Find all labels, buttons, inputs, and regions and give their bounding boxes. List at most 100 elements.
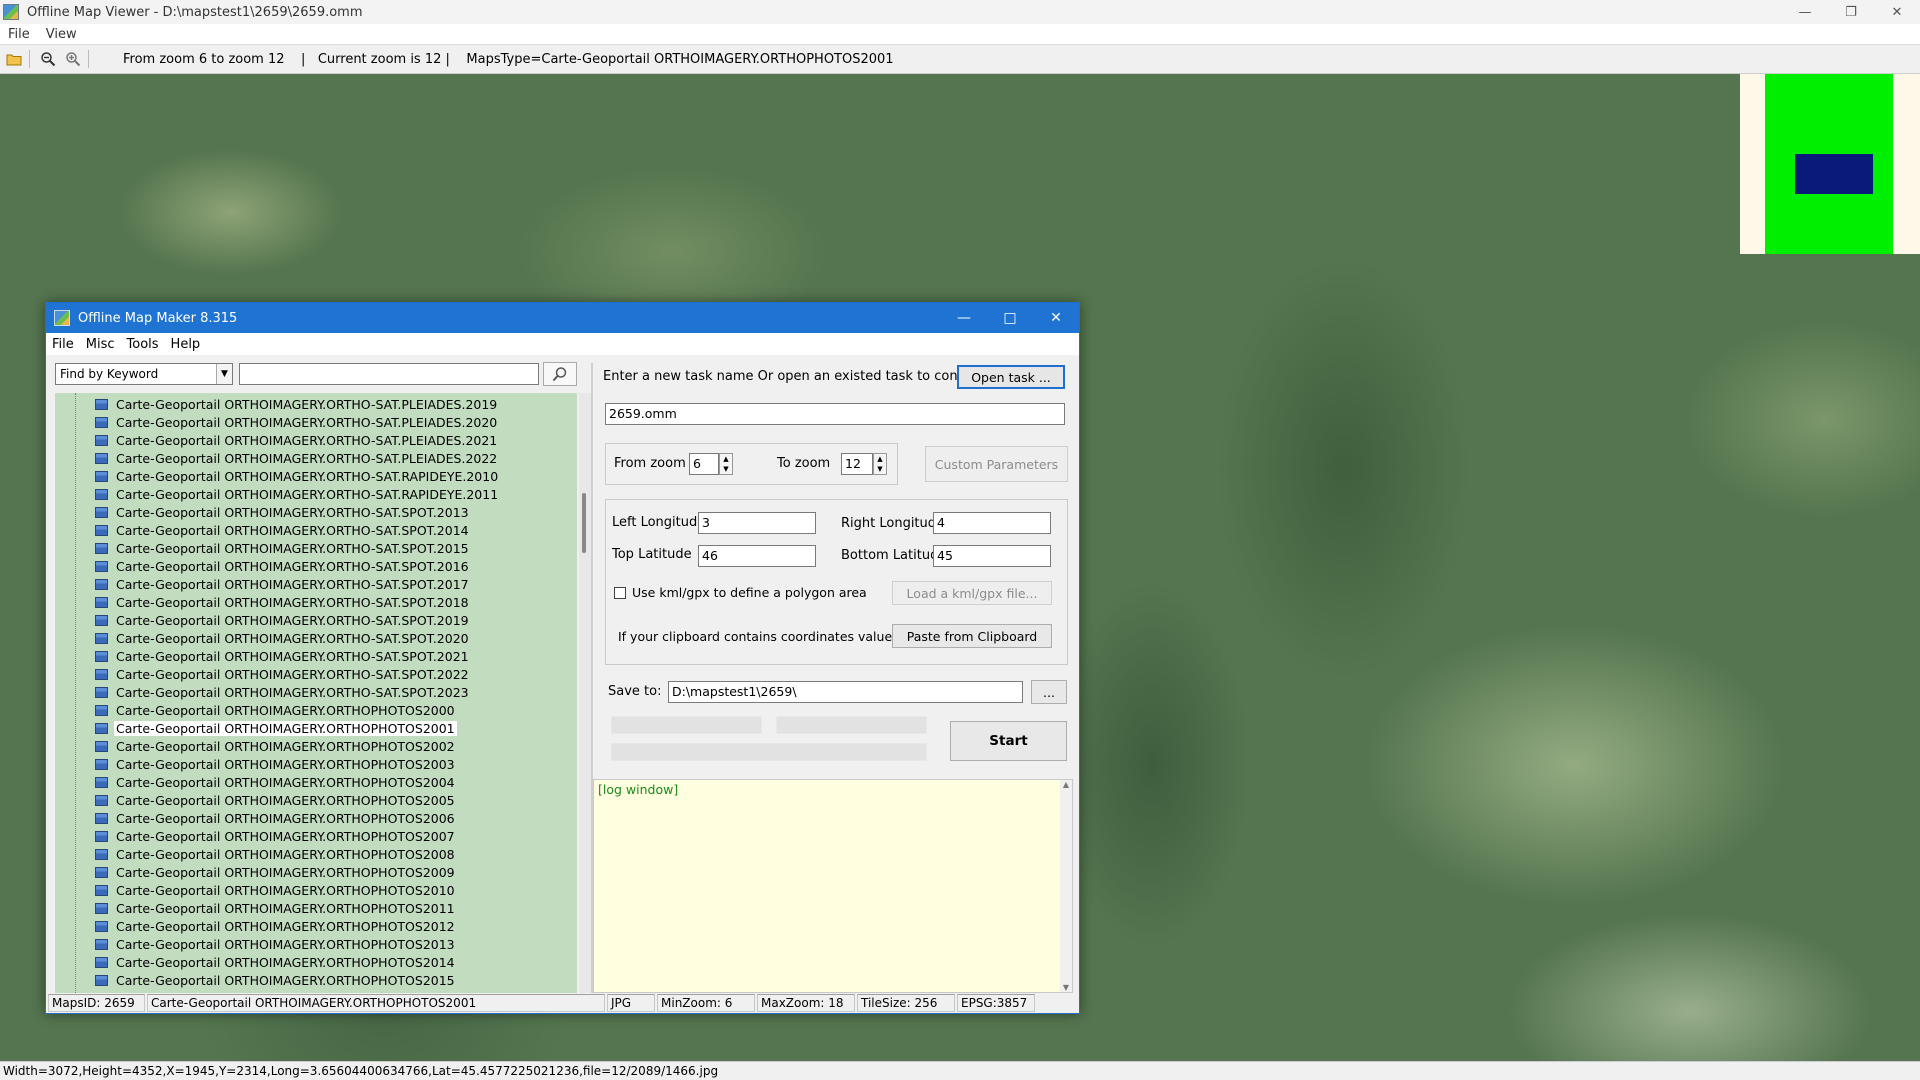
map-layer-icon — [95, 614, 108, 626]
menu-misc[interactable]: Misc — [80, 337, 121, 352]
tree-item[interactable]: Carte-Geoportail ORTHOIMAGERY.ORTHO-SAT.… — [95, 539, 471, 557]
tree-item[interactable]: Carte-Geoportail ORTHOIMAGERY.ORTHOPHOTO… — [95, 917, 457, 935]
map-layer-icon — [95, 884, 108, 896]
left-longitude-input[interactable]: 3 — [698, 512, 816, 534]
log-text: [log window] — [598, 782, 679, 797]
log-scrollbar[interactable]: ▲ ▼ — [1060, 780, 1072, 992]
close-icon[interactable]: ✕ — [1033, 303, 1079, 333]
from-zoom-stepper[interactable]: ▲ ▼ — [719, 453, 733, 475]
tree-item[interactable]: Carte-Geoportail ORTHOIMAGERY.ORTHO-SAT.… — [95, 503, 471, 521]
browse-button[interactable]: ... — [1031, 680, 1067, 704]
minimize-icon[interactable]: — — [1782, 0, 1828, 24]
map-layer-icon — [95, 866, 108, 878]
tree-item-label: Carte-Geoportail ORTHOIMAGERY.ORTHO-SAT.… — [116, 432, 498, 448]
zoom-in-icon[interactable] — [62, 48, 84, 70]
map-layer-icon — [95, 902, 108, 914]
menu-help[interactable]: Help — [165, 337, 207, 352]
search-mode-value: Find by Keyword — [60, 367, 159, 381]
zoom-out-icon[interactable] — [37, 48, 59, 70]
tree-item[interactable]: Carte-Geoportail ORTHOIMAGERY.ORTHO-SAT.… — [95, 593, 471, 611]
tree-item-label: Carte-Geoportail ORTHOIMAGERY.ORTHO-SAT.… — [116, 684, 469, 700]
tree-item[interactable]: Carte-Geoportail ORTHOIMAGERY.ORTHO-SAT.… — [95, 665, 471, 683]
tree-item[interactable]: Carte-Geoportail ORTHOIMAGERY.ORTHOPHOTO… — [95, 881, 457, 899]
maximize-icon[interactable]: □ — [987, 303, 1033, 333]
open-folder-icon[interactable] — [3, 48, 25, 70]
tree-scrollbar[interactable] — [579, 393, 591, 993]
tree-item[interactable]: Carte-Geoportail ORTHOIMAGERY.ORTHOPHOTO… — [95, 827, 457, 845]
tree-item[interactable]: Carte-Geoportail ORTHOIMAGERY.ORTHO-SAT.… — [95, 449, 499, 467]
tree-item[interactable]: Carte-Geoportail ORTHOIMAGERY.ORTHOPHOTO… — [95, 701, 457, 719]
tree-item[interactable]: Carte-Geoportail ORTHOIMAGERY.ORTHOPHOTO… — [95, 755, 457, 773]
menu-file[interactable]: File — [46, 337, 80, 352]
custom-parameters-button[interactable]: Custom Parameters — [925, 446, 1068, 482]
right-longitude-input[interactable]: 4 — [933, 512, 1051, 534]
tree-item[interactable]: Carte-Geoportail ORTHOIMAGERY.ORTHO-SAT.… — [95, 521, 471, 539]
tree-item[interactable]: Carte-Geoportail ORTHOIMAGERY.ORTHOPHOTO… — [95, 899, 457, 917]
tree-item[interactable]: Carte-Geoportail ORTHOIMAGERY.ORTHO-SAT.… — [95, 611, 471, 629]
tree-item[interactable]: Carte-Geoportail ORTHOIMAGERY.ORTHO-SAT.… — [95, 467, 500, 485]
minimap-viewport[interactable] — [1795, 154, 1873, 194]
tree-item-label: Carte-Geoportail ORTHOIMAGERY.ORTHO-SAT.… — [116, 522, 469, 538]
menu-view[interactable]: View — [38, 27, 85, 42]
tree-item[interactable]: Carte-Geoportail ORTHOIMAGERY.ORTHOPHOTO… — [95, 863, 457, 881]
to-zoom-stepper[interactable]: ▲ ▼ — [873, 453, 887, 475]
left-longitude-label: Left Longitude — [612, 515, 706, 530]
minimize-icon[interactable]: — — [941, 303, 987, 333]
from-zoom-input[interactable]: 6 — [689, 453, 719, 475]
tree-item-label: Carte-Geoportail ORTHOIMAGERY.ORTHO-SAT.… — [116, 648, 469, 664]
search-button[interactable] — [543, 362, 577, 386]
menu-file[interactable]: File — [0, 27, 38, 42]
load-kml-button[interactable]: Load a kml/gpx file... — [892, 581, 1052, 605]
open-task-button[interactable]: Open task ... — [957, 365, 1065, 389]
save-path-input[interactable]: D:\mapstest1\2659\ — [668, 681, 1023, 703]
dialog-titlebar: Offline Map Maker 8.315 — □ ✕ — [46, 303, 1079, 333]
task-name-input[interactable]: 2659.omm — [605, 403, 1065, 425]
tree-item[interactable]: Carte-Geoportail ORTHOIMAGERY.ORTHOPHOTO… — [95, 953, 457, 971]
tree-item[interactable]: Carte-Geoportail ORTHOIMAGERY.ORTHO-SAT.… — [95, 485, 500, 503]
search-input[interactable] — [239, 363, 539, 385]
log-window[interactable]: [log window] ▲ ▼ — [593, 779, 1073, 993]
progress-bar — [776, 716, 927, 734]
tree-item[interactable]: Carte-Geoportail ORTHOIMAGERY.ORTHO-SAT.… — [95, 557, 471, 575]
restore-icon[interactable]: ❐ — [1828, 0, 1874, 24]
tree-item-label: Carte-Geoportail ORTHOIMAGERY.ORTHOPHOTO… — [116, 954, 455, 970]
map-layer-icon — [95, 434, 108, 446]
map-layer-icon — [95, 830, 108, 842]
tree-item[interactable]: Carte-Geoportail ORTHOIMAGERY.ORTHOPHOTO… — [95, 809, 457, 827]
tree-item[interactable]: Carte-Geoportail ORTHOIMAGERY.ORTHOPHOTO… — [95, 845, 457, 863]
map-layer-icon — [95, 740, 108, 752]
tree-item[interactable]: Carte-Geoportail ORTHOIMAGERY.ORTHO-SAT.… — [95, 395, 499, 413]
tree-item[interactable]: Carte-Geoportail ORTHOIMAGERY.ORTHO-SAT.… — [95, 683, 471, 701]
tree-item[interactable]: Carte-Geoportail ORTHOIMAGERY.ORTHOPHOTO… — [95, 773, 457, 791]
search-icon — [552, 367, 567, 382]
close-icon[interactable]: ✕ — [1874, 0, 1920, 24]
search-mode-select[interactable]: Find by Keyword ▼ — [55, 363, 233, 385]
paste-clipboard-button[interactable]: Paste from Clipboard — [892, 624, 1052, 648]
minimap[interactable] — [1740, 74, 1920, 254]
tree-item[interactable]: Carte-Geoportail ORTHOIMAGERY.ORTHO-SAT.… — [95, 413, 499, 431]
tree-item[interactable]: Carte-Geoportail ORTHOIMAGERY.ORTHOPHOTO… — [95, 791, 457, 809]
to-zoom-input[interactable]: 12 — [841, 453, 873, 475]
scrollbar-thumb[interactable] — [582, 493, 586, 553]
bottom-latitude-input[interactable]: 45 — [933, 545, 1051, 567]
map-layer-icon — [95, 398, 108, 410]
tree-item[interactable]: Carte-Geoportail ORTHOIMAGERY.ORTHOPHOTO… — [95, 737, 457, 755]
tree-item[interactable]: Carte-Geoportail ORTHOIMAGERY.ORTHOPHOTO… — [95, 971, 457, 989]
tree-item[interactable]: Carte-Geoportail ORTHOIMAGERY.ORTHO-SAT.… — [95, 629, 471, 647]
tree-item-label: Carte-Geoportail ORTHOIMAGERY.ORTHOPHOTO… — [116, 774, 455, 790]
tree-item[interactable]: Carte-Geoportail ORTHOIMAGERY.ORTHOPHOTO… — [95, 935, 457, 953]
kml-checkbox[interactable] — [614, 587, 626, 599]
menu-tools[interactable]: Tools — [121, 337, 165, 352]
tree-item[interactable]: Carte-Geoportail ORTHOIMAGERY.ORTHOPHOTO… — [95, 719, 457, 737]
tree-item-label: Carte-Geoportail ORTHOIMAGERY.ORTHOPHOTO… — [116, 882, 455, 898]
tree-item[interactable]: Carte-Geoportail ORTHOIMAGERY.ORTHO-SAT.… — [95, 431, 499, 449]
tree-item-label: Carte-Geoportail ORTHOIMAGERY.ORTHO-SAT.… — [116, 558, 469, 574]
start-button[interactable]: Start — [950, 721, 1067, 761]
tree-item[interactable]: Carte-Geoportail ORTHOIMAGERY.ORTHO-SAT.… — [95, 647, 471, 665]
maps-tree[interactable]: Carte-Geoportail ORTHOIMAGERY.ORTHO-SAT.… — [55, 393, 577, 993]
tree-item[interactable]: Carte-Geoportail ORTHOIMAGERY.ORTHO-SAT.… — [95, 575, 471, 593]
top-latitude-input[interactable]: 46 — [698, 545, 816, 567]
tree-item-label: Carte-Geoportail ORTHOIMAGERY.ORTHOPHOTO… — [116, 702, 455, 718]
chevron-down-icon[interactable]: ▼ — [216, 364, 232, 384]
from-zoom-label: From zoom — [614, 456, 686, 471]
